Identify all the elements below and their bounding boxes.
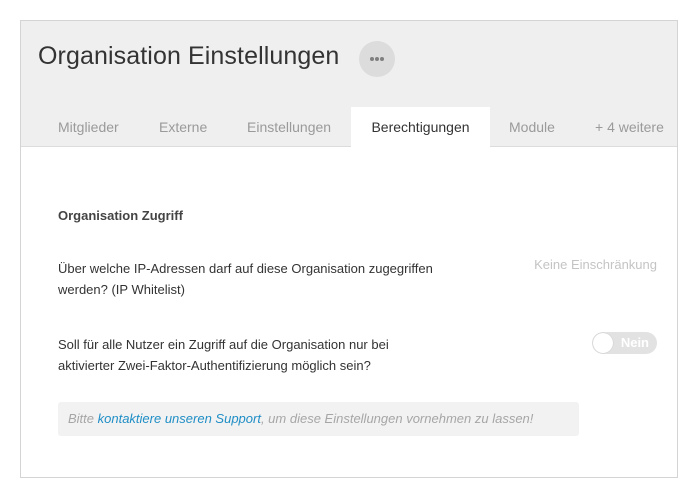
note-prefix: Bitte bbox=[68, 411, 98, 426]
tab-more[interactable]: + 4 weitere bbox=[595, 107, 664, 147]
toggle-knob bbox=[593, 333, 613, 353]
two-factor-toggle[interactable]: Nein bbox=[592, 332, 657, 354]
tab-mitglieder[interactable]: Mitglieder bbox=[58, 107, 119, 147]
toggle-label: Nein bbox=[620, 335, 649, 350]
two-factor-question: Soll für alle Nutzer ein Zugriff auf die… bbox=[58, 337, 389, 373]
tab-einstellungen[interactable]: Einstellungen bbox=[247, 107, 331, 147]
support-link[interactable]: kontaktiere unseren Support bbox=[98, 411, 261, 426]
section-title: Organisation Zugriff bbox=[58, 208, 183, 223]
tab-bar: Mitglieder Externe Einstellungen Berecht… bbox=[21, 107, 677, 148]
tab-berechtigungen[interactable]: Berechtigungen bbox=[351, 107, 490, 148]
tab-externe[interactable]: Externe bbox=[159, 107, 207, 147]
more-options-button[interactable] bbox=[359, 41, 395, 77]
ip-whitelist-question: Über welche IP-Adressen darf auf diese O… bbox=[58, 261, 433, 297]
tab-module[interactable]: Module bbox=[509, 107, 555, 147]
support-note: Bitte kontaktiere unseren Support, um di… bbox=[58, 402, 579, 436]
ip-whitelist-value[interactable]: Keine Einschränkung bbox=[534, 257, 657, 272]
settings-panel: Organisation Einstellungen Mitglieder Ex… bbox=[20, 20, 678, 478]
note-suffix: , um diese Einstellungen vornehmen zu la… bbox=[260, 411, 534, 426]
page-title: Organisation Einstellungen bbox=[38, 42, 340, 70]
page-header: Organisation Einstellungen Mitglieder Ex… bbox=[21, 21, 677, 148]
